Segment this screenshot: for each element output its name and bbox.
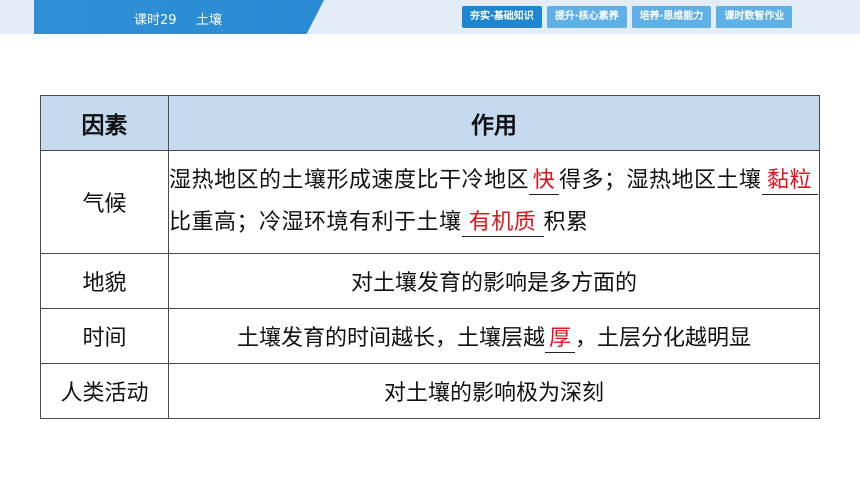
lesson-code: 课时29: [134, 13, 177, 28]
climate-effect-text: 湿热地区的土壤形成速度比干冷地区快得多；湿热地区土壤 黏粒比重高；冷湿环境有利于土…: [169, 160, 819, 244]
table-header-row: 因素 作用: [40, 95, 820, 151]
header-factor: 因素: [40, 95, 169, 151]
effect-cell: 对土壤发育的影响是多方面的: [168, 253, 820, 309]
effect-cell: 湿热地区的土壤形成速度比干冷地区快得多；湿热地区土壤 黏粒比重高；冷湿环境有利于土…: [168, 150, 820, 254]
top-bar: 课时29 土壤 夯实·基础知识 提升·核心素养 培养·思维能力 课时数智作业: [0, 0, 860, 34]
effect-cell: 对土壤的影响极为深刻: [168, 363, 820, 419]
table-row: 地貌 对土壤发育的影响是多方面的: [40, 253, 820, 309]
text-fragment: 比重高；冷湿环境有利于土壤: [169, 210, 462, 235]
answer-blank: 快: [529, 168, 560, 195]
factor-cell: 人类活动: [40, 363, 169, 419]
soil-factors-table: 因素 作用 气候 湿热地区的土壤形成速度比干冷地区快得多；湿热地区土壤 黏粒比重高…: [40, 95, 820, 419]
header-effect: 作用: [168, 95, 820, 151]
lesson-title-tab: 课时29 土壤: [34, 0, 324, 34]
tab-thinking-ability[interactable]: 培养·思维能力: [631, 6, 712, 28]
tab-basic-knowledge[interactable]: 夯实·基础知识: [462, 6, 542, 28]
text-fragment: ，土层分化越明显: [575, 325, 752, 351]
table-row: 人类活动 对土壤的影响极为深刻: [40, 363, 820, 419]
answer-blank: 有机质: [461, 210, 544, 237]
lesson-name: 土壤: [196, 13, 223, 28]
tab-homework[interactable]: 课时数智作业: [716, 6, 793, 28]
table-row: 时间 土壤发育的时间越长，土壤层越厚，土层分化越明显: [40, 308, 820, 364]
table-row: 气候 湿热地区的土壤形成速度比干冷地区快得多；湿热地区土壤 黏粒比重高；冷湿环境有…: [40, 150, 820, 254]
factor-cell: 气候: [40, 150, 169, 254]
tab-core-literacy[interactable]: 提升·核心素养: [546, 6, 627, 28]
factor-cell: 地貌: [40, 253, 169, 309]
answer-blank: 黏粒: [761, 168, 818, 195]
section-nav: 夯实·基础知识 提升·核心素养 培养·思维能力 课时数智作业: [462, 6, 793, 28]
factor-cell: 时间: [40, 308, 169, 364]
text-fragment: 土壤发育的时间越长，土壤层越: [236, 325, 545, 351]
text-fragment: 得多；湿热地区土壤: [559, 168, 762, 193]
answer-blank: 厚: [545, 326, 575, 353]
text-fragment: 积累: [543, 210, 589, 235]
effect-cell: 土壤发育的时间越长，土壤层越厚，土层分化越明显: [168, 308, 820, 364]
text-fragment: 湿热地区的土壤形成速度比干冷地区: [169, 168, 530, 193]
